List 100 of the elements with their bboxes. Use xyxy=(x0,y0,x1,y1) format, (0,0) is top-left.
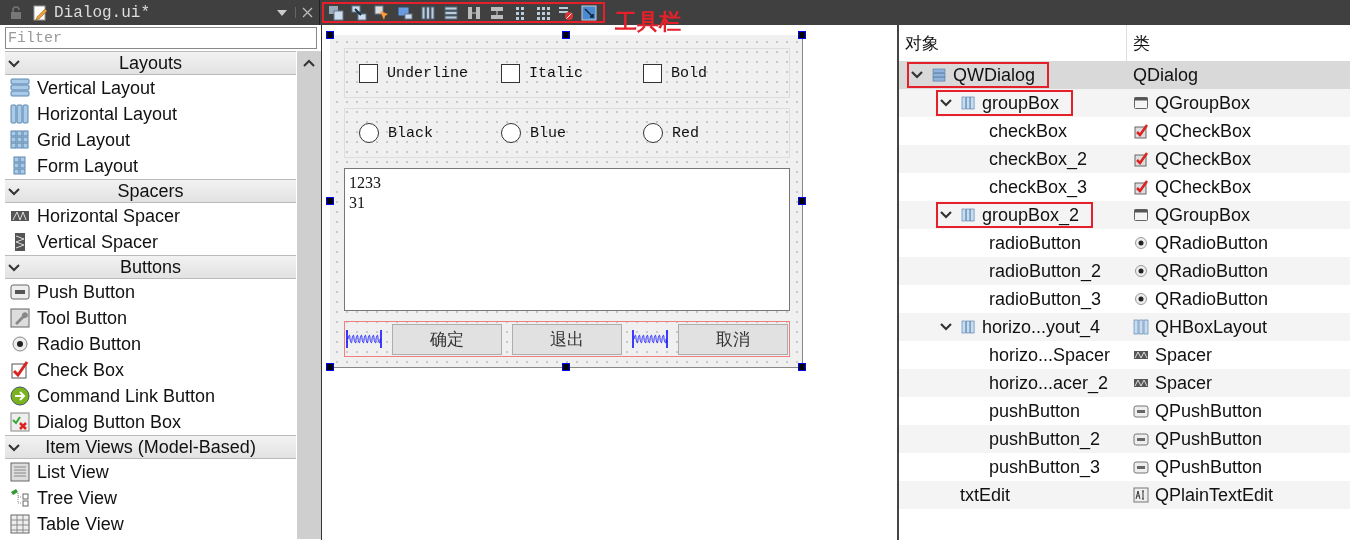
object-name[interactable]: checkBox_2 xyxy=(989,148,1088,170)
widget-item[interactable]: Horizontal Layout xyxy=(37,103,178,125)
spacer-icon[interactable] xyxy=(346,328,382,350)
column-header[interactable]: 类 xyxy=(1127,31,1150,55)
check-widget-icon xyxy=(10,360,30,380)
object-name[interactable]: radioButton_3 xyxy=(989,288,1102,310)
push-button[interactable]: 确定 xyxy=(392,323,502,355)
group-box[interactable]: Black Blue Red xyxy=(344,108,790,158)
checkbox-class-icon xyxy=(1133,151,1149,167)
widget-item[interactable]: Command Link Button xyxy=(37,385,216,407)
widget-item[interactable]: Grid Layout xyxy=(37,129,131,151)
object-name[interactable]: horizo...Spacer xyxy=(989,344,1111,366)
category-header[interactable]: Item Views (Model-Based) xyxy=(5,435,296,459)
radio-button[interactable] xyxy=(501,123,521,143)
class-name: QHBoxLayout xyxy=(1155,316,1268,338)
object-name[interactable]: pushButton xyxy=(989,400,1081,422)
radio-class-icon xyxy=(1133,291,1149,307)
columns-icon xyxy=(961,96,975,110)
groupbox-class-icon xyxy=(1133,95,1149,111)
category-header[interactable]: Layouts xyxy=(5,51,296,75)
push-button[interactable]: 退出 xyxy=(512,323,622,355)
object-name[interactable]: checkBox xyxy=(989,120,1068,142)
widget-item[interactable]: Check Box xyxy=(37,359,125,381)
radio-button[interactable] xyxy=(643,123,663,143)
dropdown-icon[interactable] xyxy=(277,9,287,16)
widget-item[interactable]: Radio Button xyxy=(37,333,142,355)
widget-item[interactable]: Form Layout xyxy=(37,155,139,177)
text-edit[interactable]: 1233 31 xyxy=(344,168,790,311)
widget-item[interactable]: Tree View xyxy=(37,487,118,509)
class-name: QDialog xyxy=(1133,64,1199,86)
dots-grid-icon[interactable] xyxy=(535,4,551,21)
widget-item[interactable]: Push Button xyxy=(37,281,136,303)
selection-handle[interactable] xyxy=(798,197,806,205)
object-name[interactable]: pushButton_3 xyxy=(989,456,1101,478)
chevron-icon[interactable] xyxy=(8,60,20,68)
buddy-icon[interactable] xyxy=(397,4,413,21)
widget-item[interactable]: Vertical Spacer xyxy=(37,231,159,253)
widget-edit-icon[interactable] xyxy=(328,4,344,21)
object-name[interactable]: groupBox xyxy=(982,92,1060,114)
radio-button[interactable] xyxy=(359,123,379,143)
object-name[interactable]: horizo...yout_4 xyxy=(982,316,1101,338)
object-name[interactable]: radioButton_2 xyxy=(989,260,1102,282)
category-header[interactable]: Buttons xyxy=(5,255,296,279)
object-name[interactable]: pushButton_2 xyxy=(989,428,1101,450)
scrollbar[interactable] xyxy=(297,51,321,539)
break-layout-icon[interactable] xyxy=(558,4,574,21)
horizontal-split-icon[interactable] xyxy=(466,4,482,21)
grid-widget-icon xyxy=(10,130,30,150)
tab-order-icon[interactable] xyxy=(374,4,390,21)
category-header[interactable]: Spacers xyxy=(5,179,296,203)
widget-item[interactable]: List View xyxy=(37,461,109,483)
selection-handle[interactable] xyxy=(326,31,334,39)
class-name: QRadioButton xyxy=(1155,260,1269,282)
pushbutton-class-icon xyxy=(1133,459,1149,475)
scroll-up-icon[interactable] xyxy=(303,59,315,67)
widget-item[interactable]: Dialog Button Box xyxy=(37,411,182,433)
widget-item[interactable]: Tool Button xyxy=(37,307,128,329)
selection-handle[interactable] xyxy=(798,363,806,371)
chevron-icon[interactable] xyxy=(8,264,20,272)
class-name: Spacer xyxy=(1155,344,1213,366)
push-button[interactable]: 取消 xyxy=(678,323,788,355)
object-name[interactable]: QWDialog xyxy=(953,64,1036,86)
columns-icon[interactable] xyxy=(420,4,436,21)
columns-icon xyxy=(961,320,975,334)
widget-item[interactable]: Vertical Layout xyxy=(37,77,156,99)
checkbox-label: Underline xyxy=(387,64,468,82)
rows-icon[interactable] xyxy=(443,4,459,21)
checkbox[interactable] xyxy=(501,63,520,83)
object-name[interactable]: horizo...acer_2 xyxy=(989,372,1109,394)
class-name: QGroupBox xyxy=(1155,92,1251,114)
connect-icon[interactable] xyxy=(351,4,367,21)
selection-handle[interactable] xyxy=(562,31,570,39)
object-name[interactable]: txtEdit xyxy=(960,484,1011,506)
checkbox[interactable] xyxy=(643,63,662,83)
table-widget-icon xyxy=(10,514,30,534)
object-name[interactable]: groupBox_2 xyxy=(982,204,1080,226)
checkbox[interactable] xyxy=(359,63,378,83)
chevron-icon[interactable] xyxy=(8,444,20,452)
class-name: QPushButton xyxy=(1155,428,1263,450)
chevron-icon[interactable] xyxy=(8,188,20,196)
radio-label: Black xyxy=(388,124,433,142)
radio-label: Blue xyxy=(530,124,566,142)
selection-handle[interactable] xyxy=(798,31,806,39)
close-icon[interactable] xyxy=(295,7,313,18)
selection-handle[interactable] xyxy=(326,363,334,371)
resize-icon[interactable] xyxy=(581,4,597,21)
group-box[interactable]: Underline Italic Bold xyxy=(344,48,790,98)
spacer-icon[interactable] xyxy=(632,328,668,350)
radio-class-icon xyxy=(1133,235,1149,251)
object-name[interactable]: radioButton xyxy=(989,232,1082,254)
widget-item[interactable]: Table View xyxy=(37,513,124,535)
checkbox-label: Bold xyxy=(671,64,707,82)
object-name[interactable]: checkBox_3 xyxy=(989,176,1088,198)
document-icon xyxy=(32,4,48,21)
class-name: QRadioButton xyxy=(1155,288,1269,310)
selection-handle[interactable] xyxy=(326,197,334,205)
checkbox-class-icon xyxy=(1133,179,1149,195)
vertical-split-icon[interactable] xyxy=(489,4,505,21)
selection-handle[interactable] xyxy=(562,363,570,371)
widget-item[interactable]: Horizontal Spacer xyxy=(37,205,181,227)
